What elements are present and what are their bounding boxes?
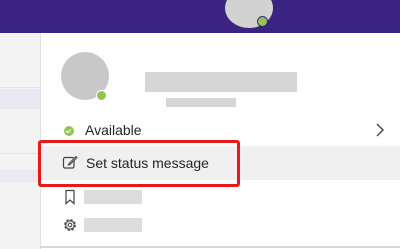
panel-divider [40, 246, 400, 248]
profile-name-redacted [145, 72, 297, 92]
highlight-box [38, 140, 240, 187]
background-list-item [0, 89, 40, 109]
chevron-right-icon[interactable] [373, 122, 387, 138]
presence-status-label: Available [85, 122, 142, 138]
background-app-area [0, 33, 40, 249]
background-list-item [0, 170, 40, 182]
gear-icon [64, 219, 76, 231]
available-check-icon [64, 126, 74, 136]
settings-item[interactable] [40, 212, 400, 238]
profile-subtitle-redacted [166, 98, 236, 107]
profile-presence-icon [96, 90, 107, 101]
saved-item[interactable] [40, 185, 400, 209]
bookmark-icon [65, 189, 75, 205]
background-divider [0, 87, 40, 88]
top-bar [0, 0, 400, 33]
background-divider [0, 153, 40, 154]
header-presence-icon [257, 16, 268, 27]
settings-label-redacted [84, 218, 142, 232]
saved-label-redacted [84, 190, 142, 204]
